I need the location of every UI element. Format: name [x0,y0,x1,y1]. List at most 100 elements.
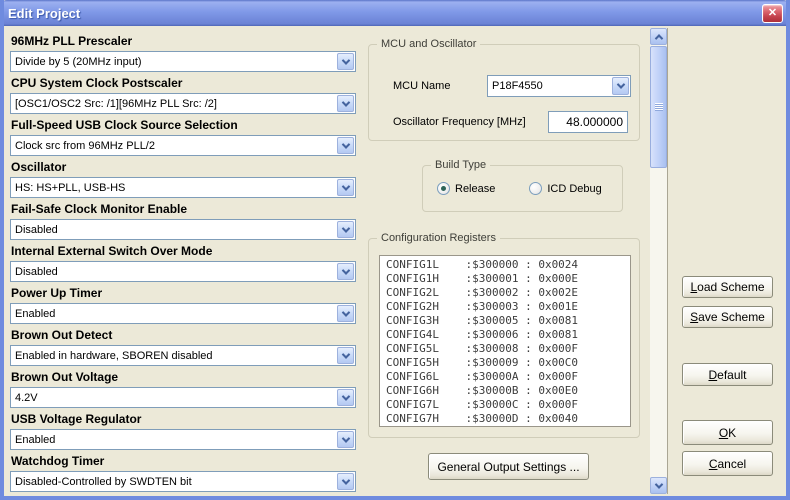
combo-selected-value: Disabled [15,223,58,236]
brown-out-voltage-select[interactable]: 4.2V [10,387,356,408]
load-scheme-button[interactable]: Load Scheme [682,276,773,298]
combo-selected-value: Enabled in hardware, SBOREN disabled [15,349,213,362]
scrollbar-grip-icon [654,103,663,111]
chevron-down-icon [337,305,354,322]
config-register-row[interactable]: CONFIG6H :$30000B : 0x00E0 [386,384,624,398]
config-register-row[interactable]: CONFIG4L :$300006 : 0x0081 [386,328,624,342]
chevron-down-icon [337,431,354,448]
mcu-name-select[interactable]: P18F4550 [487,75,631,97]
brown-out-detect-select[interactable]: Enabled in hardware, SBOREN disabled [10,345,356,366]
combo-selected-value: HS: HS+PLL, USB-HS [15,181,126,194]
combo-selected-value: 4.2V [15,391,38,404]
field-label: Brown Out Voltage [11,370,119,384]
config-register-row[interactable]: CONFIG2H :$300003 : 0x001E [386,300,624,314]
combo-selected-value: Clock src from 96MHz PLL/2 [15,139,155,152]
field-label: Brown Out Detect [11,328,113,342]
field-label: Power Up Timer [11,286,103,300]
build-type-options: Release ICD Debug [437,182,602,195]
scroll-up-button[interactable] [650,28,667,45]
radio-release[interactable]: Release [437,182,495,195]
group-title: Configuration Registers [377,231,500,245]
field-group: Oscillator HS: HS+PLL, USB-HS [10,160,356,202]
chevron-down-icon [337,263,354,280]
config-register-row[interactable]: CONFIG7L :$30000C : 0x000F [386,398,624,412]
usb-clock-source-select[interactable]: Clock src from 96MHz PLL/2 [10,135,356,156]
field-group: Internal External Switch Over Mode Disab… [10,244,356,286]
mcu-name-label: MCU Name [393,80,451,92]
chevron-down-icon [337,221,354,238]
chevron-down-icon [654,479,663,489]
group-title: Build Type [431,158,491,172]
field-label: Watchdog Timer [11,454,105,468]
usb-voltage-regulator-select[interactable]: Enabled [10,429,356,450]
mcu-oscillator-group: MCU and Oscillator MCU Name P18F4550 Osc… [368,37,640,141]
field-group: Power Up Timer Enabled [10,286,356,328]
chevron-up-icon [654,33,663,43]
general-output-settings-button[interactable]: General Output Settings ... [428,453,589,480]
dialog-client-area: 96MHz PLL Prescaler Divide by 5 (20MHz i… [4,26,786,496]
int-ext-switch-over-select[interactable]: Disabled [10,261,356,282]
fail-safe-clock-monitor-select[interactable]: Disabled [10,219,356,240]
chevron-down-icon [337,473,354,490]
combo-selected-value: Enabled [15,307,56,320]
field-group: CPU System Clock Postscaler [OSC1/OSC2 S… [10,76,356,118]
oscillator-select[interactable]: HS: HS+PLL, USB-HS [10,177,356,198]
field-label: Fail-Safe Clock Monitor Enable [11,202,188,216]
radio-label: ICD Debug [547,182,602,195]
window-title: Edit Project [8,5,81,21]
title-bar: Edit Project ✕ [4,0,786,26]
field-label: 96MHz PLL Prescaler [11,34,133,48]
field-label: Full-Speed USB Clock Source Selection [11,118,238,132]
chevron-down-icon [337,347,354,364]
combo-selected-value: [OSC1/OSC2 Src: /1][96MHz PLL Src: /2] [15,97,217,110]
config-register-row[interactable]: CONFIG3H :$300005 : 0x0081 [386,314,624,328]
power-up-timer-select[interactable]: Enabled [10,303,356,324]
scrollbar-thumb[interactable] [650,46,667,168]
config-register-row[interactable]: CONFIG1L :$300000 : 0x0024 [386,258,624,272]
cancel-button[interactable]: Cancel [682,451,773,476]
config-register-row[interactable]: CONFIG6L :$30000A : 0x000F [386,370,624,384]
field-group: USB Voltage Regulator Enabled [10,412,356,454]
oscillator-frequency-label: Oscillator Frequency [MHz] [393,116,526,128]
ok-button[interactable]: OK [682,420,773,445]
field-label: Oscillator [11,160,67,174]
edit-project-dialog: Edit Project ✕ 96MHz PLL Prescaler Divid… [0,0,790,500]
radio-icon [437,182,450,195]
field-label: CPU System Clock Postscaler [11,76,183,90]
config-register-row[interactable]: CONFIG7H :$30000D : 0x0040 [386,412,624,426]
combo-selected-value: Disabled-Controlled by SWDTEN bit [15,475,192,488]
pll-prescaler-select[interactable]: Divide by 5 (20MHz input) [10,51,356,72]
field-group: Brown Out Voltage 4.2V [10,370,356,412]
scroll-down-button[interactable] [650,477,667,494]
field-label: USB Voltage Regulator [11,412,142,426]
radio-label: Release [455,182,496,195]
mcu-name-row: MCU Name P18F4550 [393,75,631,97]
radio-icd-debug[interactable]: ICD Debug [529,182,602,195]
settings-fields: 96MHz PLL Prescaler Divide by 5 (20MHz i… [10,34,356,496]
config-registers-list: CONFIG1L :$300000 : 0x0024 CONFIG1H :$300… [379,255,631,427]
oscillator-frequency-input[interactable] [548,111,628,133]
field-group: 96MHz PLL Prescaler Divide by 5 (20MHz i… [10,34,356,76]
config-register-row[interactable]: CONFIG5L :$300008 : 0x000F [386,342,624,356]
config-register-row[interactable]: CONFIG1H :$300001 : 0x000E [386,272,624,286]
build-type-group: Build Type Release ICD Debug [422,158,623,212]
vertical-scrollbar[interactable] [650,28,668,494]
default-button[interactable]: Default [682,363,773,386]
combo-selected-value: Enabled [15,433,56,446]
field-group: Watchdog Timer Disabled-Controlled by SW… [10,454,356,496]
close-button[interactable]: ✕ [762,4,783,23]
config-register-row[interactable]: CONFIG5H :$300009 : 0x00C0 [386,356,624,370]
cpu-clock-postscaler-select[interactable]: [OSC1/OSC2 Src: /1][96MHz PLL Src: /2] [10,93,356,114]
chevron-down-icon [337,95,354,112]
mcu-name-value: P18F4550 [492,80,543,92]
group-title: MCU and Oscillator [377,37,481,51]
watchdog-timer-select[interactable]: Disabled-Controlled by SWDTEN bit [10,471,356,492]
configuration-registers-group: Configuration Registers CONFIG1L :$30000… [368,231,640,438]
field-group: Brown Out Detect Enabled in hardware, SB… [10,328,356,370]
radio-icon [529,182,543,195]
save-scheme-button[interactable]: Save Scheme [682,306,773,328]
config-register-row[interactable]: CONFIG2L :$300002 : 0x002E [386,286,624,300]
field-group: Fail-Safe Clock Monitor Enable Disabled [10,202,356,244]
chevron-down-icon [337,179,354,196]
chevron-down-icon [612,77,629,95]
